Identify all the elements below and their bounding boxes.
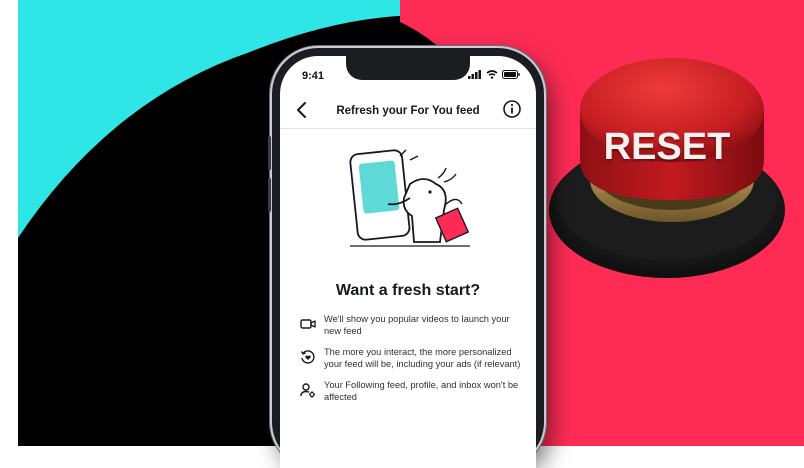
reset-button-graphic xyxy=(549,58,785,278)
user-settings-icon xyxy=(300,383,315,398)
list-item: We'll show you popular videos to launch … xyxy=(300,314,522,337)
volume-button xyxy=(268,178,271,212)
status-icons xyxy=(468,70,520,79)
list-item-text: The more you interact, the more personal… xyxy=(324,347,521,369)
wifi-icon xyxy=(486,70,498,79)
page-title: Refresh your For You feed xyxy=(336,105,480,117)
list-item: Your Following feed, profile, and inbox … xyxy=(300,380,522,403)
refresh-illustration xyxy=(349,149,470,247)
heart-refresh-icon xyxy=(300,350,315,364)
info-icon[interactable] xyxy=(502,99,522,119)
reset-label: RESET xyxy=(603,126,731,168)
header-divider xyxy=(280,128,536,129)
fresh-start-heading: Want a fresh start? xyxy=(335,282,481,299)
reset-button-illustration: RESET xyxy=(542,50,792,290)
signal-icon xyxy=(468,70,481,79)
phone-mockup: 9:41 Refresh your For You feed Want a fr… xyxy=(268,48,544,468)
volume-button xyxy=(268,136,271,170)
phone-notch xyxy=(346,56,470,80)
battery-icon xyxy=(502,70,520,79)
list-item: The more you interact, the more personal… xyxy=(300,347,522,370)
video-camera-icon xyxy=(300,319,316,329)
list-item-text: We'll show you popular videos to launch … xyxy=(324,314,510,336)
phone-screen: 9:41 Refresh your For You feed Want a fr… xyxy=(280,56,536,468)
list-item-text: Your Following feed, profile, and inbox … xyxy=(324,380,519,402)
top-navigation-bar: Refresh your For You feed xyxy=(280,96,536,126)
info-list: We'll show you popular videos to launch … xyxy=(300,314,522,413)
status-time: 9:41 xyxy=(302,70,325,82)
